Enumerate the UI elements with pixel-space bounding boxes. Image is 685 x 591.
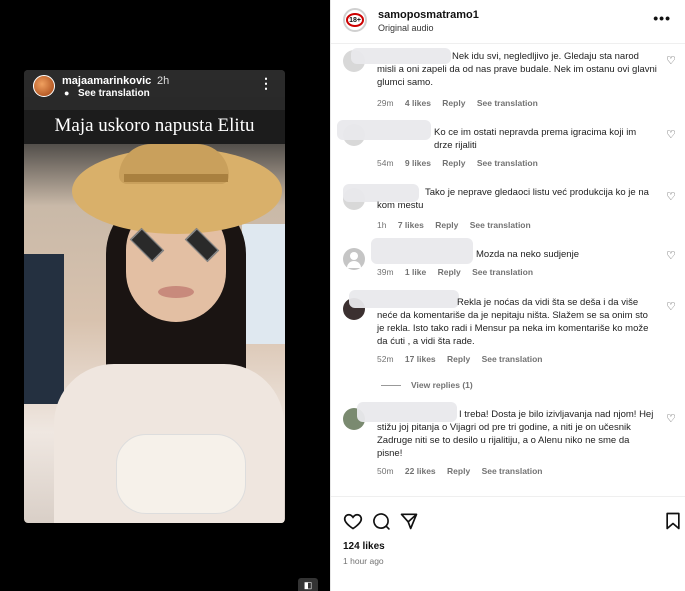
heart-icon[interactable]	[343, 511, 363, 531]
bookmark-icon[interactable]	[663, 511, 683, 531]
owner-avatar[interactable]: 18+	[343, 8, 367, 32]
expand-icon[interactable]: ◧	[298, 578, 318, 591]
comment-meta: 39m 1 like Reply See translation	[377, 267, 542, 277]
story-username[interactable]: majaamarinkovic	[62, 75, 151, 87]
see-translation-button[interactable]: See translation	[482, 354, 543, 364]
reply-button[interactable]: Reply	[438, 267, 461, 277]
post-actions: 124 likes 1 hour ago	[331, 496, 685, 591]
more-icon[interactable]: ⋮	[259, 76, 273, 90]
hat-band	[124, 174, 228, 182]
comment-text: Rekla je noćas da vidi šta se deša i da …	[377, 297, 649, 347]
see-translation-button[interactable]: See translation	[470, 220, 531, 230]
reply-button[interactable]: Reply	[447, 354, 470, 364]
see-translation-button[interactable]: See translation	[477, 98, 538, 108]
view-replies-button[interactable]: View replies (1)	[381, 380, 473, 390]
comment-time: 52m	[377, 354, 394, 364]
bikini	[116, 434, 246, 514]
story-avatar[interactable]	[33, 75, 55, 97]
reply-button[interactable]: Reply	[442, 158, 465, 168]
comment-time: 1h	[377, 220, 387, 230]
reply-button[interactable]: Reply	[435, 220, 458, 230]
translate-icon: ●	[64, 88, 70, 98]
heart-icon[interactable]: ♡	[666, 251, 677, 262]
see-translation-button[interactable]: See translation	[472, 267, 533, 277]
heart-icon[interactable]: ♡	[666, 414, 677, 425]
post-sidebar: 18+ samoposmatramo1 Original audio ••• N…	[330, 0, 685, 591]
comment-likes[interactable]: 7 likes	[398, 220, 424, 230]
car-window	[242, 224, 285, 344]
comment-text: Nek idu svi, negledljivo je. Gledaju sta…	[377, 51, 657, 88]
likes-count[interactable]: 124 likes	[343, 541, 385, 552]
redacted-username	[337, 120, 431, 140]
comment-meta: 54m 9 likes Reply See translation	[377, 158, 547, 168]
reply-button[interactable]: Reply	[442, 98, 465, 108]
comment-text: Mozda na neko sudjenje	[476, 249, 579, 260]
heart-icon[interactable]: ♡	[666, 302, 677, 313]
heart-icon[interactable]: ♡	[666, 130, 677, 141]
comments-list[interactable]: Nek idu svi, negledljivo je. Gledaju sta…	[331, 44, 685, 496]
heart-icon[interactable]: ♡	[666, 56, 677, 67]
post-header: 18+ samoposmatramo1 Original audio •••	[331, 0, 685, 44]
comment-time: 39m	[377, 267, 394, 277]
comment-meta: 52m 17 likes Reply See translation	[377, 354, 552, 364]
comment-likes[interactable]: 1 like	[405, 267, 426, 277]
see-translation-button[interactable]: See translation	[477, 158, 538, 168]
story-preview[interactable]: majaamarinkovic 2h ● See translation ⋮ M…	[24, 70, 285, 523]
share-icon[interactable]	[399, 511, 419, 531]
heart-icon[interactable]: ♡	[666, 192, 677, 203]
age-badge-icon: 18+	[346, 13, 364, 27]
comment-time: 50m	[377, 466, 394, 476]
comment-text: Tako je neprave gledaoci listu već produ…	[377, 187, 649, 211]
story-photo	[24, 144, 285, 523]
comment-time: 54m	[377, 158, 394, 168]
comment-meta: 1h 7 likes Reply See translation	[377, 220, 540, 230]
comment-time: 29m	[377, 98, 394, 108]
comment-likes[interactable]: 4 likes	[405, 98, 431, 108]
comment-text: I treba! Dosta je bilo izivljavanja nad …	[377, 409, 654, 459]
owner-username[interactable]: samoposmatramo1	[378, 9, 479, 21]
comment-likes[interactable]: 17 likes	[405, 354, 436, 364]
comment-icon[interactable]	[371, 511, 391, 531]
story-time: 2h	[157, 75, 170, 87]
redacted-username	[371, 238, 473, 264]
comment-meta: 29m 4 likes Reply See translation	[377, 98, 547, 108]
comment-meta: 50m 22 likes Reply See translation	[377, 466, 552, 476]
lips	[158, 286, 194, 298]
media-pane: majaamarinkovic 2h ● See translation ⋮ M…	[0, 0, 330, 591]
reply-button[interactable]: Reply	[447, 466, 470, 476]
post-time: 1 hour ago	[343, 556, 384, 566]
story-caption: Maja uskoro napusta Elitu	[54, 115, 255, 136]
comment-likes[interactable]: 22 likes	[405, 466, 436, 476]
more-options-icon[interactable]: •••	[653, 10, 671, 26]
story-see-translation[interactable]: See translation	[78, 88, 150, 99]
see-translation-button[interactable]: See translation	[482, 466, 543, 476]
comment-text: Ko ce im ostati nepravda prema igracima …	[434, 127, 637, 151]
comment-likes[interactable]: 9 likes	[405, 158, 431, 168]
car-seat	[24, 254, 64, 404]
story-header: majaamarinkovic 2h ● See translation ⋮	[24, 70, 285, 110]
audio-label[interactable]: Original audio	[378, 23, 434, 33]
default-avatar-icon[interactable]	[343, 248, 365, 270]
view-replies-label[interactable]: View replies (1)	[411, 380, 473, 390]
